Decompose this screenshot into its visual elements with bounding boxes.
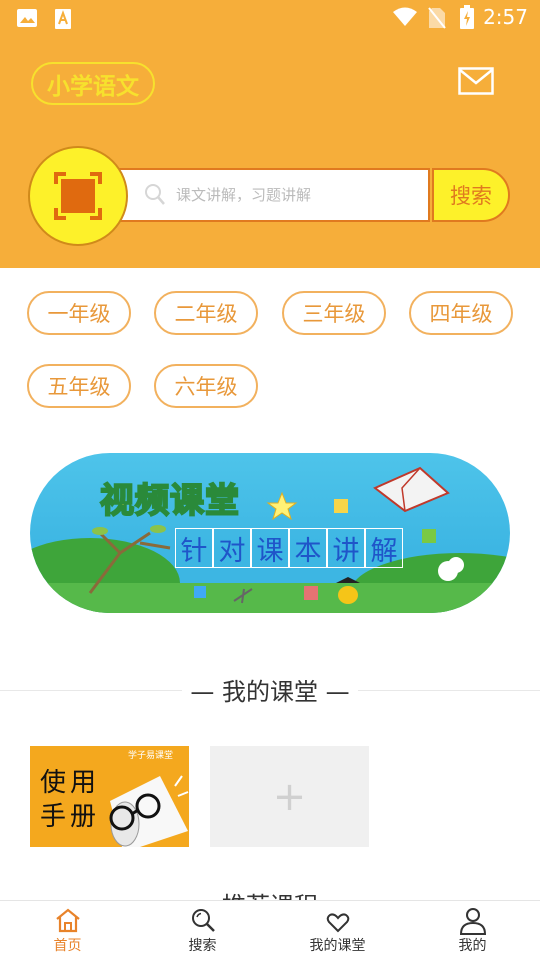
manual-title-line2: 手册 — [40, 802, 101, 832]
grade-5-button[interactable]: 五年级 — [27, 364, 131, 408]
banner-subtitle-char: 本 — [289, 528, 327, 568]
search-button[interactable]: 搜索 — [432, 168, 510, 222]
banner-subtitle-char: 课 — [251, 528, 289, 568]
banner-subtitle-char: 针 — [175, 528, 213, 568]
grade-1-button[interactable]: 一年级 — [27, 291, 131, 335]
search-icon — [191, 909, 215, 932]
banner-subtitle: 针 对 课 本 讲 解 — [175, 528, 403, 568]
home-icon — [55, 908, 80, 933]
heart-icon — [326, 913, 349, 933]
grade-4-button[interactable]: 四年级 — [409, 291, 513, 335]
banner-subtitle-char: 解 — [365, 528, 403, 568]
battery-icon — [460, 5, 474, 29]
nav-profile-label: 我的 — [458, 938, 487, 954]
banner-subtitle-char: 讲 — [327, 528, 365, 568]
wifi-icon — [393, 7, 417, 26]
status-bar: 2:57 — [0, 0, 540, 36]
text-app-icon — [55, 9, 71, 29]
nav-home[interactable]: 首页 — [0, 901, 135, 960]
nav-my-classroom-label: 我的课堂 — [309, 938, 366, 954]
my-classroom-title: — 我的课堂 — — [182, 672, 358, 707]
nav-search[interactable]: 搜索 — [135, 901, 270, 960]
manual-tag: 学子易课堂 — [128, 751, 174, 761]
mail-icon[interactable] — [458, 67, 494, 95]
scan-icon — [54, 172, 102, 220]
plus-icon: + — [272, 773, 307, 820]
nav-home-label: 首页 — [53, 938, 82, 954]
bottom-nav: 首页 搜索 我的课堂 我的 — [0, 900, 540, 960]
banner-title: 视频课堂 — [99, 480, 240, 522]
search-input[interactable] — [176, 170, 416, 220]
my-classroom-header: — 我的课堂 — — [0, 672, 540, 707]
banner-subtitle-char: 对 — [213, 528, 251, 568]
scan-button[interactable] — [28, 146, 128, 246]
user-manual-card[interactable]: 学子易课堂 使用 手册 — [30, 746, 189, 847]
app-root: 2:57 小学语文 搜索 一年级 二年级 三年级 四年级 五年级 六年级 — [0, 0, 540, 960]
nav-my-classroom[interactable]: 我的课堂 — [270, 901, 405, 960]
no-sim-icon — [428, 7, 446, 29]
header: 2:57 小学语文 搜索 — [0, 0, 540, 268]
search-magnifier-icon — [145, 184, 165, 205]
manual-title-line1: 使用 — [40, 768, 101, 798]
status-time: 2:57 — [483, 5, 528, 29]
nav-profile[interactable]: 我的 — [405, 901, 540, 960]
grade-2-button[interactable]: 二年级 — [154, 291, 258, 335]
grade-3-button[interactable]: 三年级 — [282, 291, 386, 335]
add-course-button[interactable]: + — [210, 746, 369, 847]
gallery-icon — [17, 9, 37, 27]
grade-6-button[interactable]: 六年级 — [154, 364, 258, 408]
search-box[interactable] — [110, 168, 430, 222]
app-title: 小学语文 — [31, 62, 155, 105]
person-icon — [459, 908, 486, 935]
nav-search-label: 搜索 — [188, 938, 217, 954]
video-classroom-banner[interactable]: 视频课堂 针 对 课 本 讲 解 — [30, 453, 510, 613]
